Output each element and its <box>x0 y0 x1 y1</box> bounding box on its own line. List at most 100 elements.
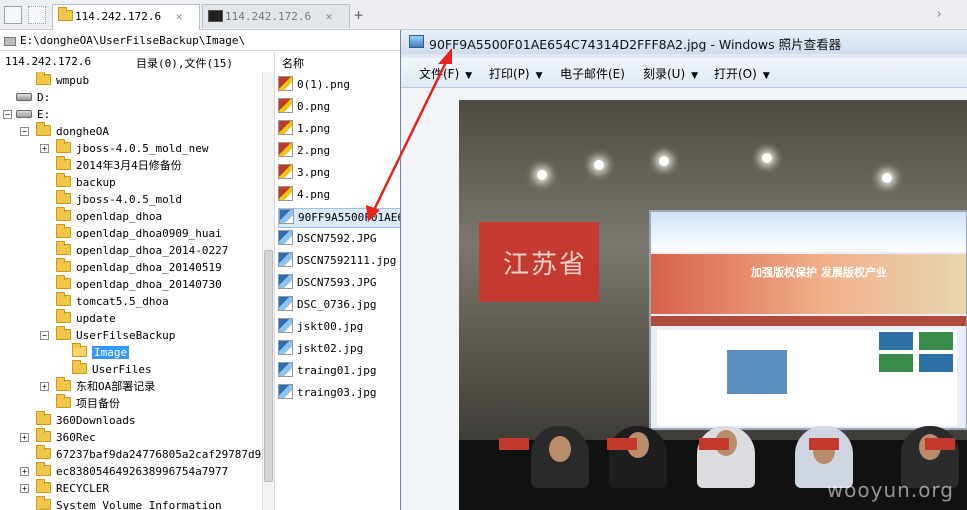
tree-item-label: 360Downloads <box>56 414 136 427</box>
tree-item-label: UserFilseBackup <box>76 329 176 342</box>
tree-item[interactable]: − dongheOA <box>20 122 109 140</box>
tree-item[interactable]: − UserFilseBackup <box>40 326 176 344</box>
folder-icon <box>58 7 73 21</box>
terminal-icon <box>208 10 223 22</box>
tree-item[interactable]: jboss-4.0.5_mold <box>56 190 182 208</box>
tree-item[interactable]: 67237baf9da24776805a2caf29787d97 <box>36 445 268 463</box>
panel-toggle-icon[interactable] <box>4 6 22 24</box>
file-row[interactable]: 4.png <box>278 186 330 206</box>
tree-item-label: tomcat5.5_dhoa <box>76 295 169 308</box>
file-row[interactable]: 90FF9A5500F01AE65 <box>278 208 406 228</box>
tree-item-label: Image <box>92 346 130 359</box>
file-row[interactable]: 3.png <box>278 164 330 184</box>
png-file-icon <box>278 98 293 113</box>
tree-item-label: backup <box>76 176 116 189</box>
menu-burn[interactable]: 刻录(U) ▼ <box>643 65 698 82</box>
menu-email-label: 电子邮件(E) <box>560 67 625 81</box>
tree-item[interactable]: wmpub <box>36 72 89 89</box>
pane-divider[interactable] <box>274 52 275 510</box>
tree-item[interactable]: update <box>56 309 116 327</box>
collapse-icon[interactable]: − <box>20 127 29 136</box>
tree-item[interactable]: UserFiles <box>72 360 152 378</box>
tree-item-label: jboss-4.0.5_mold <box>76 193 182 206</box>
tree-item[interactable]: + 东和OA部署记录 <box>40 377 155 395</box>
file-row[interactable]: 0.png <box>278 98 330 118</box>
file-row[interactable]: 2.png <box>278 142 330 162</box>
image-canvas[interactable]: 江苏省 加强版权保护 发展版权产业 wooyun.org <box>401 88 967 510</box>
expand-icon[interactable]: + <box>40 382 49 391</box>
tree-item[interactable]: Image <box>72 343 130 361</box>
file-list[interactable]: 0(1).png 0.png 1.png 2.png 3.png 4.png 90FF9A5… <box>276 72 406 510</box>
folder-icon <box>36 445 51 459</box>
viewer-title-bar[interactable]: 90FF9A5500F01AE654C74314D2FFF8A2.jpg - W… <box>401 30 967 54</box>
nameplate <box>607 438 637 450</box>
tree-item[interactable]: backup <box>56 173 116 191</box>
ceiling-light <box>762 153 772 163</box>
file-row[interactable]: DSCN7592.JPG <box>278 230 376 250</box>
close-icon[interactable]: ✕ <box>326 10 333 23</box>
close-icon[interactable]: ✕ <box>176 10 183 23</box>
file-row[interactable]: traing01.jpg <box>278 362 376 382</box>
screen-caption: 加强版权保护 发展版权产业 <box>751 266 887 279</box>
tree-item[interactable]: D: <box>16 89 50 106</box>
file-row[interactable]: jskt00.jpg <box>278 318 363 338</box>
expand-icon[interactable]: + <box>20 484 29 493</box>
folder-icon <box>36 462 51 476</box>
file-name: 90FF9A5500F01AE65 <box>298 211 406 224</box>
tab-bar: 114.242.172.6 ✕ 114.242.172.6 ✕ + › <box>0 0 967 30</box>
photo-viewer-window: 90FF9A5500F01AE654C74314D2FFF8A2.jpg - W… <box>400 30 967 510</box>
new-tab-button[interactable]: + <box>354 6 363 24</box>
tree-item[interactable]: 项目备份 <box>56 394 120 412</box>
tree-scrollbar[interactable] <box>262 72 274 510</box>
tree-item[interactable]: System Volume Information <box>36 496 222 510</box>
tree-item[interactable]: + jboss-4.0.5_mold_new <box>40 139 208 157</box>
tree-item[interactable]: − E: <box>3 106 51 123</box>
tab-scroll-arrows[interactable]: › <box>935 7 957 22</box>
tree-item[interactable]: openldap_dhoa <box>56 207 162 225</box>
tree-item[interactable]: openldap_dhoa_20140730 <box>56 275 222 293</box>
file-row[interactable]: 1.png <box>278 120 330 140</box>
tree-item[interactable]: openldap_dhoa0909_huai <box>56 224 222 242</box>
file-name: 0.png <box>297 100 331 113</box>
tab-file-manager[interactable]: 114.242.172.6 ✕ <box>52 4 200 30</box>
expand-icon[interactable]: + <box>20 467 29 476</box>
folder-icon <box>72 343 87 357</box>
viewer-title: 90FF9A5500F01AE654C74314D2FFF8A2.jpg - W… <box>429 37 842 52</box>
file-row[interactable]: traing03.jpg <box>278 384 376 404</box>
collapse-icon[interactable]: − <box>40 331 49 340</box>
menu-email[interactable]: 电子邮件(E) <box>560 65 625 82</box>
tree-item-label: E: <box>37 108 51 121</box>
menu-open[interactable]: 打开(O) ▼ <box>714 65 770 82</box>
folder-icon <box>36 411 51 425</box>
tree-item[interactable]: openldap_dhoa_2014-0227 <box>56 241 228 259</box>
file-row[interactable]: DSCN7593.JPG <box>278 274 376 294</box>
scrollbar-thumb[interactable] <box>264 250 273 482</box>
menu-file[interactable]: 文件(F) ▼ <box>419 65 472 82</box>
tree-item[interactable]: 2014年3月4日修备份 <box>56 156 182 174</box>
folder-tree[interactable]: wmpub D: − E: − dongheOA + jboss-4.0.5_mold_new… <box>0 72 274 510</box>
file-row[interactable]: jskt02.jpg <box>278 340 363 360</box>
file-row[interactable]: DSCN7592111.jpg <box>278 252 396 272</box>
collapse-icon[interactable]: − <box>3 110 12 119</box>
file-list-header[interactable]: 名称 <box>276 52 400 72</box>
tree-item[interactable]: +360Rec <box>20 428 96 446</box>
nameplate <box>699 438 729 450</box>
file-row[interactable]: DSC_0736.jpg <box>278 296 376 316</box>
file-name: jskt02.jpg <box>297 342 364 355</box>
tree-item-label: 2014年3月4日修备份 <box>76 159 182 172</box>
png-file-icon <box>278 76 293 91</box>
tree-item[interactable]: + ec8380546492638996754a7977 <box>20 462 228 480</box>
tree-item[interactable]: 360Downloads <box>36 411 136 429</box>
folder-icon <box>56 326 71 340</box>
path-bar[interactable]: E:\dongheOA\UserFilseBackup\Image\ <box>0 31 410 51</box>
tree-item-label: D: <box>37 91 51 104</box>
tree-item[interactable]: tomcat5.5_dhoa <box>56 292 169 310</box>
new-window-icon[interactable] <box>28 6 46 24</box>
tree-item[interactable]: openldap_dhoa_20140519 <box>56 258 222 276</box>
menu-print[interactable]: 打印(P) ▼ <box>489 65 543 82</box>
file-row[interactable]: 0(1).png <box>278 76 350 96</box>
tab-terminal[interactable]: 114.242.172.6 ✕ <box>202 4 350 28</box>
tree-item[interactable]: + RECYCLER <box>20 479 109 497</box>
expand-icon[interactable]: + <box>20 433 29 442</box>
expand-icon[interactable]: + <box>40 144 49 153</box>
